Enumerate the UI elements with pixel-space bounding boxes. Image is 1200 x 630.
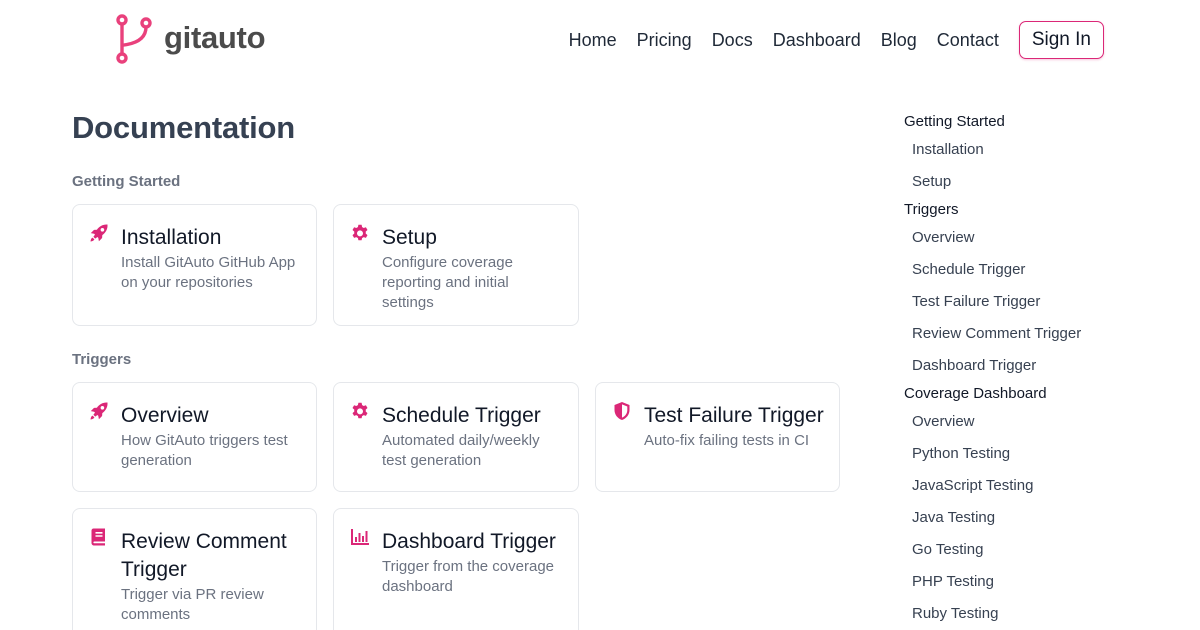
logo[interactable]: gitauto [114, 14, 266, 64]
card-title: Dashboard Trigger [382, 530, 556, 553]
sign-in-button[interactable]: Sign In [1018, 21, 1104, 59]
toc-item-java-testing[interactable]: Java Testing [904, 502, 1164, 534]
rocket-icon [89, 223, 109, 243]
toc-item-php-testing[interactable]: PHP Testing [904, 566, 1164, 598]
git-branch-icon [114, 14, 154, 64]
card-schedule-trigger[interactable]: Schedule Trigger Automated daily/weekly … [333, 382, 579, 492]
card-title: Installation [121, 226, 222, 249]
toc-group-title[interactable]: Triggers [904, 198, 1164, 222]
card-description: Trigger from the coverage dashboard [382, 558, 555, 595]
site-header: gitauto Home Pricing Docs Dashboard Blog… [0, 0, 1200, 80]
nav-blog[interactable]: Blog [881, 21, 917, 59]
card-description: Auto-fix failing tests in CI [644, 432, 810, 449]
card-test-failure-trigger[interactable]: Test Failure Trigger Auto-fix failing te… [595, 382, 840, 492]
gear-icon [350, 401, 370, 421]
nav-pricing[interactable]: Pricing [637, 21, 692, 59]
table-of-contents: Getting Started Installation Setup Trigg… [904, 110, 1164, 630]
nav-dashboard[interactable]: Dashboard [773, 21, 861, 59]
toc-item-python-testing[interactable]: Python Testing [904, 438, 1164, 470]
card-installation[interactable]: Installation Install GitAuto GitHub App … [72, 204, 317, 326]
toc-item-javascript-testing[interactable]: JavaScript Testing [904, 470, 1164, 502]
toc-item-review-comment-trigger[interactable]: Review Comment Trigger [904, 318, 1164, 350]
toc-item-schedule-trigger[interactable]: Schedule Trigger [904, 254, 1164, 286]
toc-item-overview[interactable]: Overview [904, 222, 1164, 254]
nav-home[interactable]: Home [569, 21, 617, 59]
gear-icon [350, 223, 370, 243]
nav-docs[interactable]: Docs [712, 21, 753, 59]
main-nav: Home Pricing Docs Dashboard Blog Contact… [549, 21, 1104, 59]
toc-item-go-testing[interactable]: Go Testing [904, 534, 1164, 566]
toc-group-title[interactable]: Getting Started [904, 110, 1164, 134]
card-setup[interactable]: Setup Configure coverage reporting and i… [333, 204, 579, 326]
toc-item-setup[interactable]: Setup [904, 166, 1164, 198]
toc-group-getting-started: Getting Started Installation Setup [904, 110, 1164, 198]
toc-group-coverage-dashboard: Coverage Dashboard Overview Python Testi… [904, 382, 1164, 630]
nav-contact[interactable]: Contact [937, 21, 999, 59]
card-title: Schedule Trigger [382, 404, 541, 427]
toc-item-installation[interactable]: Installation [904, 134, 1164, 166]
page-title: Documentation [72, 110, 296, 145]
docs-main: Documentation Getting Started Installati… [72, 110, 852, 630]
shield-icon [612, 401, 632, 421]
section-title-triggers: Triggers [72, 351, 132, 368]
toc-item-ruby-testing[interactable]: Ruby Testing [904, 598, 1164, 630]
card-title: Overview [121, 404, 209, 427]
card-description: Install GitAuto GitHub App on your repos… [121, 254, 296, 291]
card-title: Setup [382, 226, 437, 249]
toc-group-title[interactable]: Coverage Dashboard [904, 382, 1164, 406]
toc-item-dashboard-trigger[interactable]: Dashboard Trigger [904, 350, 1164, 382]
card-description: Trigger via PR review comments [121, 586, 264, 623]
card-description: Automated daily/weekly test generation [382, 432, 540, 469]
rocket-icon [89, 401, 109, 421]
card-title: Test Failure Trigger [644, 404, 824, 427]
toc-group-triggers: Triggers Overview Schedule Trigger Test … [904, 198, 1164, 382]
section-title-getting-started: Getting Started [72, 173, 181, 190]
card-overview[interactable]: Overview How GitAuto triggers test gener… [72, 382, 317, 492]
toc-item-test-failure-trigger[interactable]: Test Failure Trigger [904, 286, 1164, 318]
card-review-comment-trigger[interactable]: Review Comment Trigger Trigger via PR re… [72, 508, 317, 630]
card-title: Review Comment Trigger [121, 530, 287, 581]
chart-icon [350, 527, 370, 547]
toc-item-coverage-overview[interactable]: Overview [904, 406, 1164, 438]
card-description: Configure coverage reporting and initial… [382, 254, 513, 311]
book-icon [89, 527, 109, 547]
logo-text: gitauto [164, 20, 266, 55]
card-dashboard-trigger[interactable]: Dashboard Trigger Trigger from the cover… [333, 508, 579, 630]
card-description: How GitAuto triggers test generation [121, 432, 288, 469]
